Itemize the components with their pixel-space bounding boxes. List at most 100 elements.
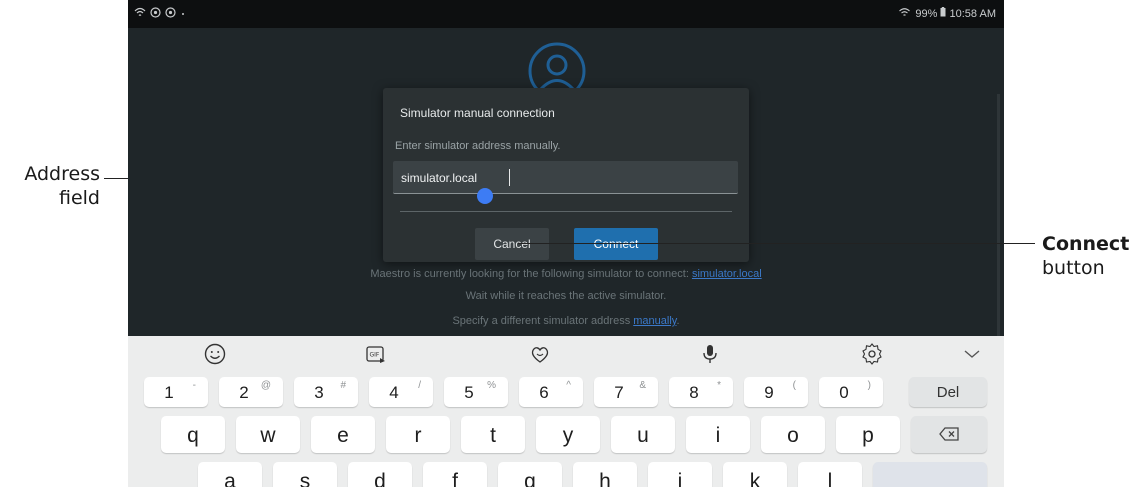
status-icons-right: 99% 10:58 AM: [899, 7, 996, 20]
key-label: o: [787, 424, 799, 447]
key-j[interactable]: j: [648, 462, 712, 487]
gif-icon[interactable]: GIF: [364, 342, 388, 366]
key-1[interactable]: 1-: [144, 377, 208, 407]
key-label: f: [452, 470, 458, 487]
key-alt-label: ^: [566, 380, 571, 391]
dot-icon: [182, 13, 185, 15]
key-label: 7: [614, 383, 624, 402]
backspace-key[interactable]: [911, 416, 987, 453]
address-field-callout: Address field: [0, 162, 100, 210]
app-notification-icon: [150, 7, 161, 18]
key-5[interactable]: 5%: [444, 377, 508, 407]
key-label: q: [187, 424, 199, 447]
key-7[interactable]: 7 &: [594, 377, 658, 407]
dialog-description: Enter simulator address manually.: [395, 140, 561, 152]
key-label: Del: [936, 384, 960, 401]
collapse-chevron-icon[interactable]: [960, 342, 984, 366]
key-o[interactable]: o: [761, 416, 825, 453]
key-label: l: [827, 470, 833, 487]
key-alt-label: @: [260, 380, 271, 391]
key-w[interactable]: w: [236, 416, 300, 453]
selection-handle[interactable]: [477, 188, 493, 204]
key-label: 8: [689, 383, 699, 402]
key-alt-label: -: [192, 380, 196, 391]
scrollbar[interactable]: [997, 94, 1000, 344]
manual-prompt-text: Specify a different simulator address: [452, 315, 631, 327]
key-g[interactable]: g: [498, 462, 562, 487]
key-label: a: [224, 470, 236, 487]
key-a[interactable]: a: [198, 462, 262, 487]
status-message-line3: Specify a different simulator address ma…: [128, 315, 1004, 327]
status-message-text: Maestro is currently looking for the fol…: [370, 268, 689, 280]
cancel-button[interactable]: Cancel: [475, 228, 549, 260]
settings-icon[interactable]: [860, 342, 884, 366]
key-0[interactable]: 0): [819, 377, 883, 407]
key-label: 5: [464, 383, 474, 402]
key-label: p: [862, 424, 874, 447]
manual-prompt-period: .: [676, 315, 680, 327]
delete-key[interactable]: Del: [909, 377, 987, 407]
app-notification-icon: [165, 7, 176, 18]
key-f[interactable]: f: [423, 462, 487, 487]
mic-icon[interactable]: [698, 342, 722, 366]
key-label: 6: [539, 383, 549, 402]
key-p[interactable]: p: [836, 416, 900, 453]
wifi-signal-icon: [134, 7, 146, 16]
key-6[interactable]: 6 ^: [519, 377, 583, 407]
key-e[interactable]: e: [311, 416, 375, 453]
battery-percent: 99%: [915, 8, 938, 20]
connect-button[interactable]: Connect: [574, 228, 658, 260]
key-r[interactable]: r: [386, 416, 450, 453]
key-label: r: [414, 424, 422, 447]
svg-text:GIF: GIF: [370, 352, 380, 359]
key-label: h: [599, 470, 611, 487]
key-s[interactable]: s: [273, 462, 337, 487]
status-time: 10:58 AM: [949, 8, 996, 20]
key-label: w: [260, 424, 276, 447]
key-l[interactable]: l: [798, 462, 862, 487]
key-k[interactable]: k: [723, 462, 787, 487]
battery-icon: [940, 7, 946, 17]
key-q[interactable]: q: [161, 416, 225, 453]
key-8[interactable]: 8 *: [669, 377, 733, 407]
simulator-link[interactable]: simulator.local: [692, 268, 762, 280]
address-input[interactable]: [401, 170, 721, 186]
status-bar: 99% 10:58 AM: [128, 0, 1004, 28]
key-alt-label: /: [418, 380, 421, 391]
key-i[interactable]: i: [686, 416, 750, 453]
key-t[interactable]: t: [461, 416, 525, 453]
key-label: 4: [389, 383, 399, 402]
key-label: u: [637, 424, 649, 447]
figure: Address field Connect button 99% 10:58 A…: [0, 0, 1148, 487]
manual-connection-dialog: Simulator manual connection Enter simula…: [383, 88, 749, 262]
connect-leader-line: [518, 243, 1035, 244]
emoji-icon[interactable]: [203, 342, 227, 366]
on-screen-keyboard: GIF 1- 2 @ 3 # 4/ 5% 6 ^ 7 & 8 * 9( 0) Del q …: [128, 336, 1004, 487]
key-alt-label: &: [639, 380, 646, 391]
key-y[interactable]: y: [536, 416, 600, 453]
key-4[interactable]: 4/: [369, 377, 433, 407]
text-cursor: [509, 169, 510, 186]
key-2[interactable]: 2 @: [219, 377, 283, 407]
key-3[interactable]: 3 #: [294, 377, 358, 407]
callout-address-line1: Address: [24, 163, 100, 185]
key-alt-label: %: [487, 380, 496, 391]
key-h[interactable]: h: [573, 462, 637, 487]
address-field[interactable]: [393, 161, 738, 194]
sticker-icon[interactable]: [528, 342, 552, 366]
manually-link[interactable]: manually: [633, 315, 676, 327]
key-label: i: [715, 424, 721, 447]
key-label: t: [490, 424, 496, 447]
key-d[interactable]: d: [348, 462, 412, 487]
search-key[interactable]: [873, 462, 987, 487]
key-label: 1: [164, 383, 174, 402]
key-u[interactable]: u: [611, 416, 675, 453]
connect-button-callout: Connect button: [1042, 232, 1129, 280]
dialog-divider: [400, 211, 732, 212]
key-label: 3: [314, 383, 324, 402]
key-label: y: [562, 424, 574, 447]
key-label: k: [749, 470, 761, 487]
key-alt-label: ): [867, 380, 871, 391]
key-label: s: [299, 470, 311, 487]
key-9[interactable]: 9(: [744, 377, 808, 407]
